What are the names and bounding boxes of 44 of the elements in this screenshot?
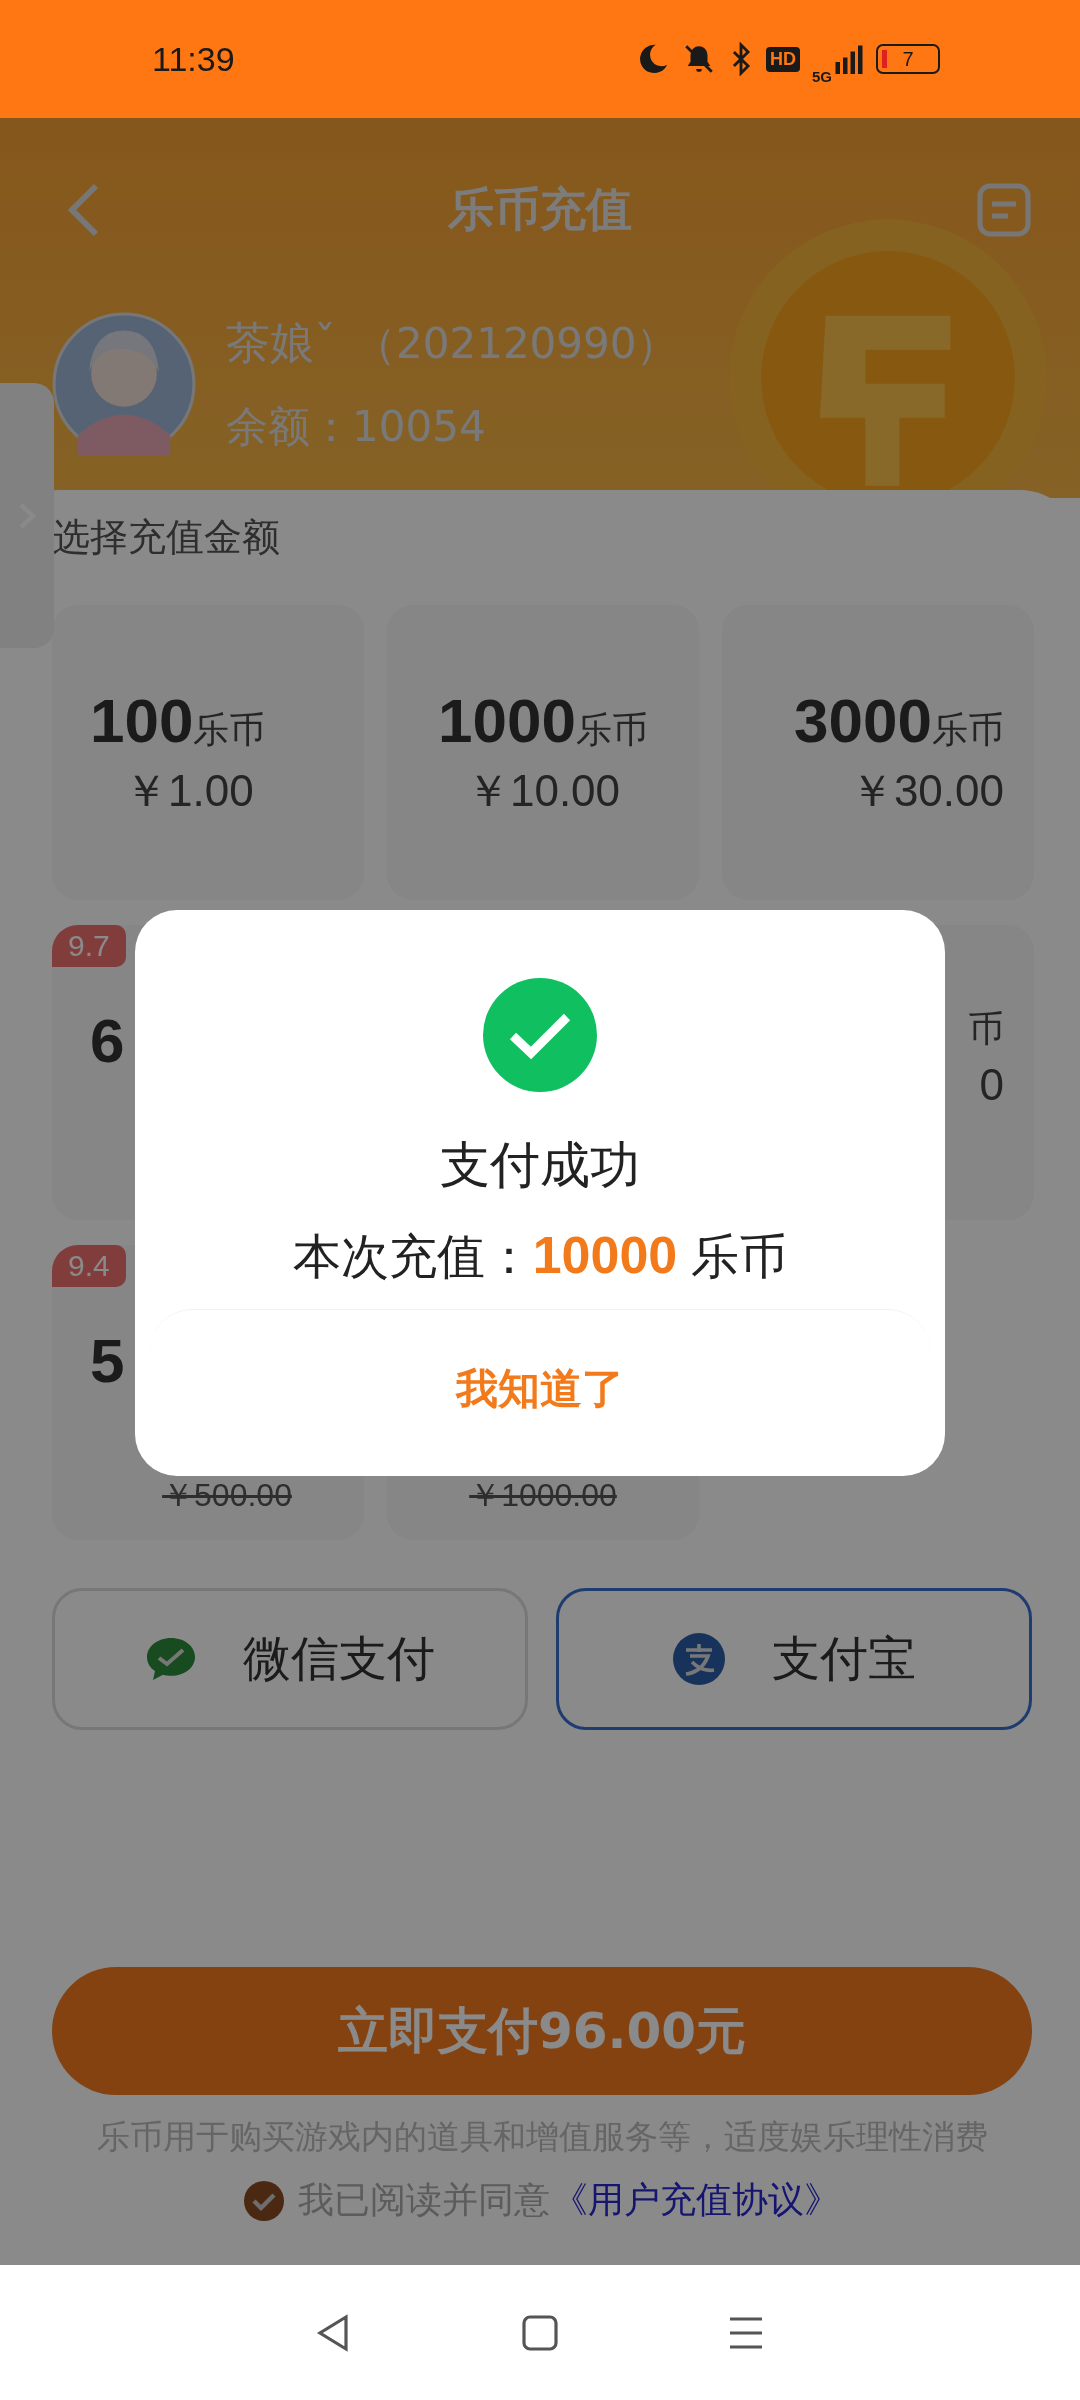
- discount-badge: 9.4: [52, 1245, 126, 1287]
- battery-indicator: 7: [876, 44, 940, 74]
- agreement-link[interactable]: 《用户充值协议》: [552, 2176, 840, 2225]
- section-title: 选择充值金额: [52, 514, 281, 561]
- payment-option[interactable]: 支付宝: [556, 1588, 1032, 1730]
- message-unit: 乐币: [691, 1227, 788, 1286]
- network-label: 5G: [812, 67, 832, 85]
- coin-amount: 6: [90, 1005, 125, 1076]
- discount-badge: 9.7: [52, 925, 126, 967]
- user-name: 茶娘ˇ: [226, 315, 336, 370]
- dialog-title: 支付成功: [440, 1135, 640, 1196]
- bell-off-icon: [682, 42, 716, 76]
- status-time: 11:39: [152, 39, 235, 79]
- coin-unit: 乐币: [193, 708, 266, 752]
- package-price: ￥10.00: [465, 765, 621, 817]
- user-id: （202120990）: [354, 317, 679, 370]
- coin-amount: 5: [90, 1325, 125, 1396]
- coin-amount: 3000: [794, 685, 932, 756]
- package-card[interactable]: 1000乐币 ￥10.00: [387, 605, 699, 900]
- balance-label: 余额：: [226, 400, 352, 453]
- coin-unit: 乐币: [932, 708, 1004, 752]
- coin-unit: 乐币: [575, 708, 648, 752]
- package-card[interactable]: 100乐币 ￥1.00: [52, 605, 364, 900]
- package-card[interactable]: 3000乐币 ￥30.00: [722, 605, 1034, 900]
- checkbox[interactable]: [244, 2180, 284, 2221]
- coin-unit: 币: [968, 1007, 1004, 1051]
- recharge-amount: 10000: [532, 1225, 678, 1285]
- message-label: 本次充值：: [292, 1227, 533, 1286]
- package-price: ￥1.00: [123, 765, 254, 817]
- original-price: ￥1000.00: [469, 1476, 617, 1515]
- chat-bubble-icon: [145, 1636, 197, 1682]
- coin-amount: 1000: [438, 685, 576, 756]
- alipay-icon: [672, 1632, 726, 1686]
- balance-value: 10054: [352, 401, 486, 451]
- hd-label: HD: [766, 46, 800, 72]
- package-price: 0: [979, 1060, 1004, 1110]
- page-title: 乐币充值: [448, 181, 632, 238]
- original-price: ￥500.00: [162, 1476, 292, 1515]
- payment-option[interactable]: 微信支付: [52, 1588, 528, 1730]
- signal-icon: [834, 44, 864, 74]
- check-icon: [483, 978, 597, 1092]
- coin-amount: 100: [90, 685, 194, 756]
- package-price: ￥30.00: [849, 765, 1004, 817]
- home-nav-icon[interactable]: [520, 2312, 560, 2353]
